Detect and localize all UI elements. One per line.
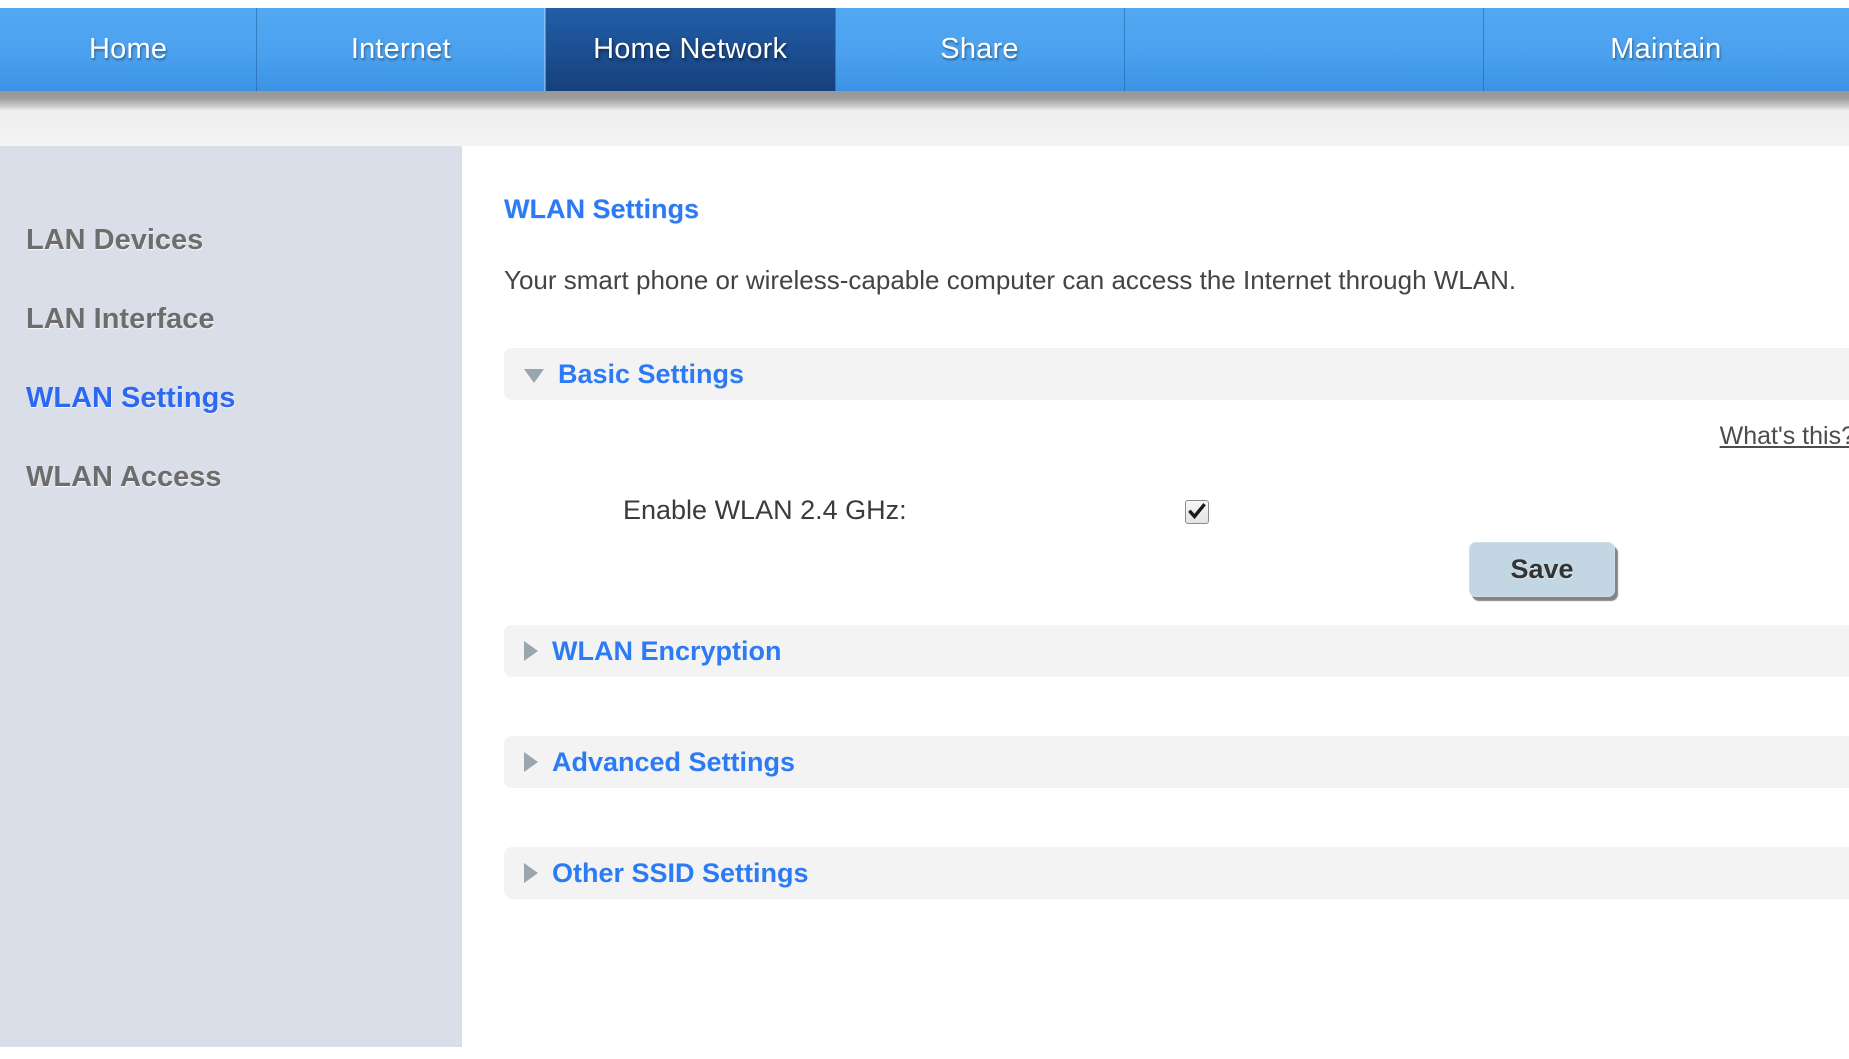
section-label: Other SSID Settings bbox=[552, 857, 809, 888]
chevron-right-icon bbox=[524, 863, 538, 883]
top-navigation-bar: Home Internet Home Network Share Maintai… bbox=[0, 0, 1849, 146]
page-description: Your smart phone or wireless-capable com… bbox=[504, 265, 1517, 295]
sidebar: LAN Devices LAN Interface WLAN Settings … bbox=[0, 146, 462, 1047]
chevron-right-icon bbox=[524, 752, 538, 772]
sidebar-menu: LAN Devices LAN Interface WLAN Settings … bbox=[26, 224, 446, 540]
section-label: WLAN Encryption bbox=[552, 635, 782, 666]
section-label: Basic Settings bbox=[558, 358, 745, 389]
content-inner: WLAN Settings Your smart phone or wirele… bbox=[504, 146, 1849, 899]
nav-tab-home-network[interactable]: Home Network bbox=[544, 8, 835, 91]
section-header-wlan-encryption[interactable]: WLAN Encryption bbox=[504, 625, 1849, 677]
sidebar-item-label: WLAN Settings bbox=[26, 382, 236, 414]
nav-tab-label: Maintain bbox=[1610, 33, 1722, 65]
nav-gap-strip bbox=[0, 110, 1849, 146]
nav-shadow-bar bbox=[0, 91, 1849, 110]
save-button-label: Save bbox=[1510, 554, 1574, 584]
nav-tab-share[interactable]: Share bbox=[834, 8, 1125, 91]
nav-tab-internet[interactable]: Internet bbox=[256, 8, 546, 91]
section-label: Advanced Settings bbox=[552, 746, 796, 777]
enable-wlan-row: Enable WLAN 2.4 GHz: bbox=[504, 495, 1849, 535]
page-title: WLAN Settings bbox=[504, 194, 699, 224]
sidebar-item-lan-interface[interactable]: LAN Interface bbox=[26, 303, 446, 336]
checkmark-icon bbox=[1188, 503, 1206, 520]
sidebar-item-label: WLAN Access bbox=[26, 461, 222, 493]
nav-tab-empty[interactable] bbox=[1124, 8, 1483, 91]
content-panel: WLAN Settings Your smart phone or wirele… bbox=[462, 146, 1849, 1059]
sidebar-item-wlan-access[interactable]: WLAN Access bbox=[26, 461, 446, 494]
section-body-basic-settings: What's this? Enable WLAN 2.4 GHz: Save bbox=[504, 400, 1849, 625]
sidebar-item-label: LAN Devices bbox=[26, 224, 204, 256]
save-button[interactable]: Save bbox=[1469, 542, 1615, 597]
nav-tab-label: Internet bbox=[350, 33, 451, 65]
page-body: LAN Devices LAN Interface WLAN Settings … bbox=[0, 146, 1849, 1059]
enable-wlan-label: Enable WLAN 2.4 GHz: bbox=[623, 495, 907, 525]
nav-tab-label: Home bbox=[88, 33, 168, 65]
enable-wlan-checkbox[interactable] bbox=[1185, 500, 1209, 524]
nav-tab-home[interactable]: Home bbox=[0, 8, 257, 91]
chevron-down-icon bbox=[524, 368, 544, 383]
nav-tab-list: Home Internet Home Network Share Maintai… bbox=[0, 8, 1849, 91]
nav-tab-label: Home Network bbox=[593, 33, 788, 65]
section-header-other-ssid-settings[interactable]: Other SSID Settings bbox=[504, 847, 1849, 899]
nav-tab-maintain[interactable]: Maintain bbox=[1482, 8, 1849, 91]
nav-tab-label: Share bbox=[940, 33, 1019, 65]
sidebar-item-lan-devices[interactable]: LAN Devices bbox=[26, 224, 446, 257]
chevron-right-icon bbox=[524, 641, 538, 661]
sidebar-item-label: LAN Interface bbox=[26, 303, 215, 335]
whats-this-link[interactable]: What's this? bbox=[1720, 422, 1849, 451]
sidebar-item-wlan-settings[interactable]: WLAN Settings bbox=[26, 382, 446, 415]
section-header-advanced-settings[interactable]: Advanced Settings bbox=[504, 736, 1849, 788]
section-header-basic-settings[interactable]: Basic Settings bbox=[504, 348, 1849, 400]
